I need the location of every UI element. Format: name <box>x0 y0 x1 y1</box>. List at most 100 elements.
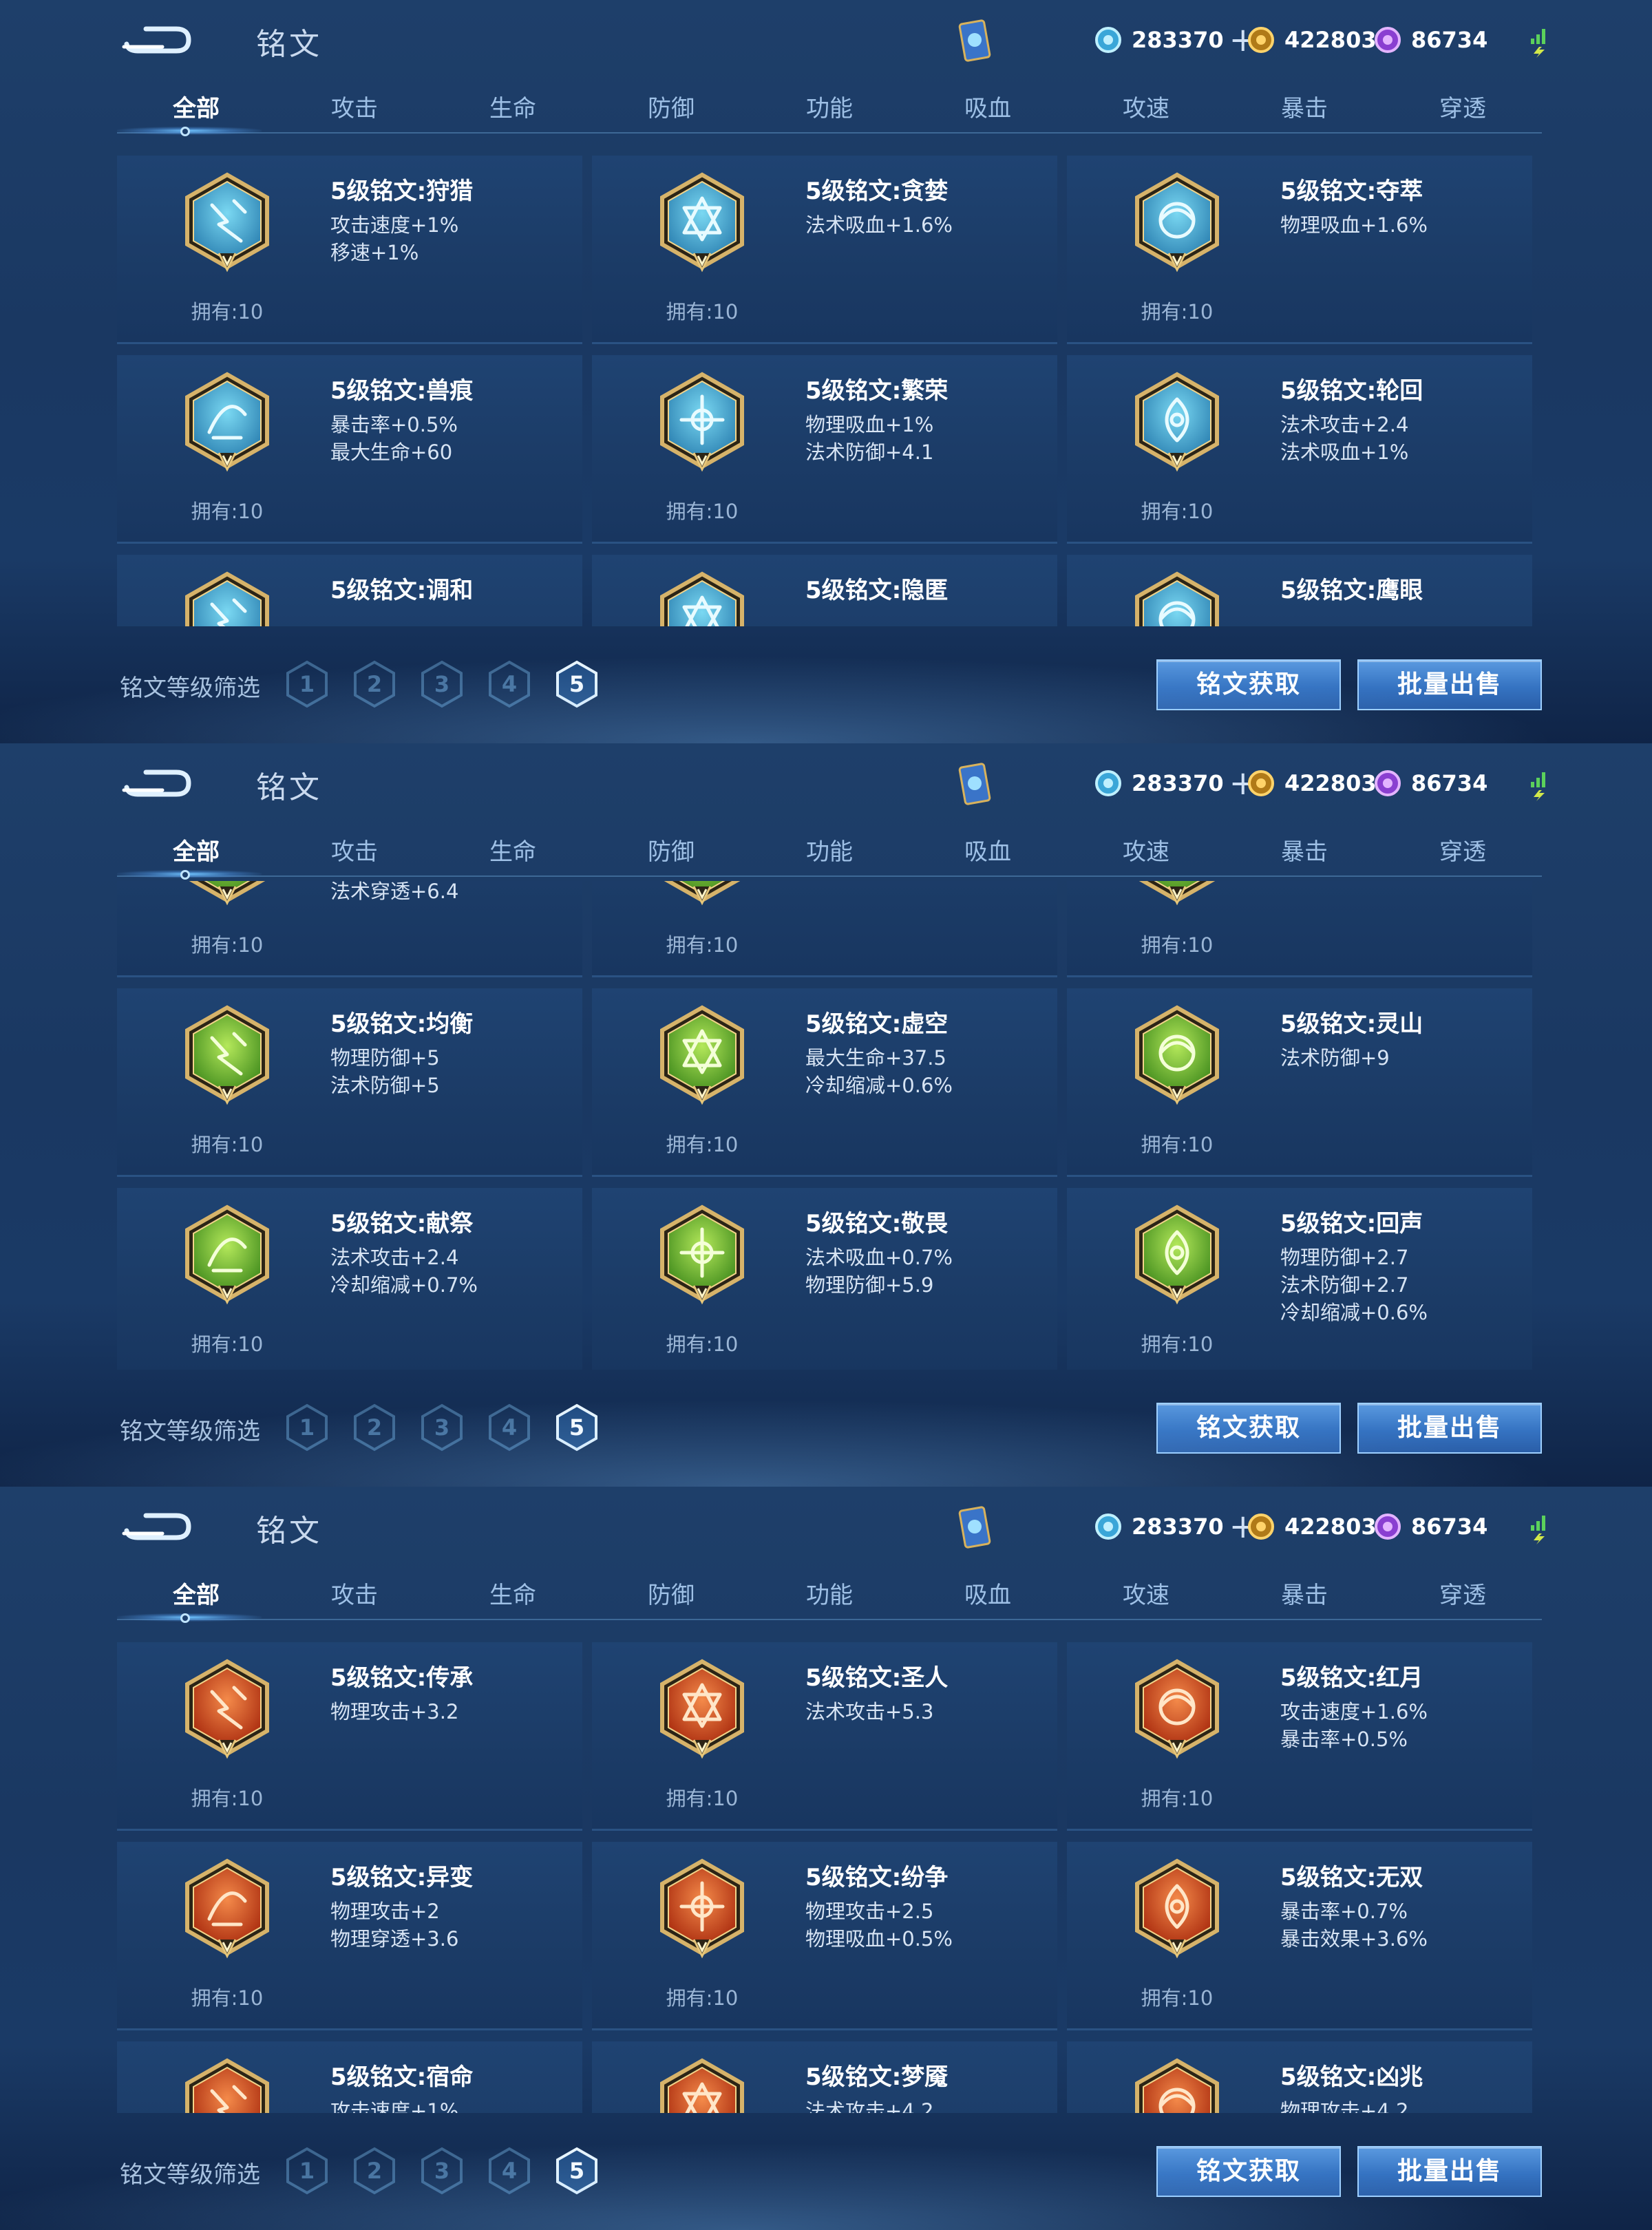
tab-2[interactable]: 生命 <box>434 1575 592 1622</box>
rune-emblem-icon <box>660 372 744 472</box>
tab-7[interactable]: 暴击 <box>1225 88 1384 135</box>
level-filter-4[interactable]: 4 <box>487 1403 531 1452</box>
tab-8[interactable]: 穿透 <box>1384 831 1542 878</box>
back-button[interactable] <box>121 23 193 56</box>
rune-card[interactable]: 5级铭文:红月 攻击速度+1.6% 暴击率+0.5% 拥有:10 <box>1067 1642 1532 1831</box>
level-filter-1[interactable]: 1 <box>285 659 329 709</box>
tab-8[interactable]: 穿透 <box>1384 1575 1542 1622</box>
level-filter-3[interactable]: 3 <box>420 2146 464 2196</box>
level-number: 2 <box>366 2158 383 2184</box>
rune-screen-green: 铭文 283370 + 422803 86734 全部 攻击 生命 防御 功能 吸血 攻速 暴击 穿透 法术… <box>0 743 1652 1487</box>
obtain-rune-button[interactable]: 铭文获取 <box>1156 2146 1341 2197</box>
rune-card[interactable]: 5级铭文:无双 暴击率+0.7% 暴击效果+3.6% 拥有:10 <box>1067 1842 1532 2030</box>
rune-card[interactable]: 5级铭文:凶兆 物理攻击+4.2 <box>1067 2041 1532 2113</box>
rune-card[interactable]: 5级铭文:狩猎 攻击速度+1% 移速+1% 拥有:10 <box>117 156 582 344</box>
rune-card-partial[interactable]: 法术穿透+6.4 拥有:10 <box>117 881 582 977</box>
rune-card[interactable]: 5级铭文:梦魇 法术攻击+4.2 <box>592 2041 1057 2113</box>
rune-name: 5级铭文:夺萃 <box>1280 178 1423 205</box>
rune-emblem-icon <box>1135 172 1219 273</box>
rune-card[interactable]: 5级铭文:虚空 最大生命+37.5 冷却缩减+0.6% 拥有:10 <box>592 988 1057 1177</box>
obtain-rune-button[interactable]: 铭文获取 <box>1156 1403 1341 1454</box>
rune-card[interactable]: 5级铭文:轮回 法术攻击+2.4 法术吸血+1% 拥有:10 <box>1067 355 1532 544</box>
rune-emblem-icon <box>660 1005 744 1105</box>
tab-7[interactable]: 暴击 <box>1225 1575 1384 1622</box>
rune-name: 5级铭文:兽痕 <box>330 377 474 405</box>
level-filter-2[interactable]: 2 <box>352 1403 396 1452</box>
rune-grid: 5级铭文:传承 物理攻击+3.2 拥有:10 5级铭文:圣人 法术攻击+5.3 拥有:10… <box>117 1624 1542 2113</box>
tab-6[interactable]: 攻速 <box>1067 831 1225 878</box>
tab-5[interactable]: 吸血 <box>909 88 1067 135</box>
tab-7[interactable]: 暴击 <box>1225 831 1384 878</box>
rune-card[interactable]: 5级铭文:贪婪 法术吸血+1.6% 拥有:10 <box>592 156 1057 344</box>
level-filter-5[interactable]: 5 <box>555 659 599 709</box>
gold-coin-icon <box>1248 1514 1274 1540</box>
rune-stat: 法术吸血+1.6% <box>805 213 953 237</box>
rune-stat: 移速+1% <box>330 241 419 264</box>
tab-1[interactable]: 攻击 <box>275 831 434 878</box>
owned-count: 拥有:10 <box>666 500 739 523</box>
rune-card[interactable]: 5级铭文:献祭 法术攻击+2.4 冷却缩减+0.7% 拥有:10 <box>117 1188 582 1370</box>
rune-stat: 法术穿透+6.4 <box>330 881 459 903</box>
tab-4[interactable]: 功能 <box>750 831 909 878</box>
tab-3[interactable]: 防御 <box>592 88 750 135</box>
level-number: 3 <box>434 1414 450 1441</box>
rune-stat: 物理吸血+1% <box>805 413 934 436</box>
category-tabs: 全部 攻击 生命 防御 功能 吸血 攻速 暴击 穿透 <box>117 88 1542 135</box>
tab-1[interactable]: 攻击 <box>275 1575 434 1622</box>
rune-card[interactable]: 5级铭文:圣人 法术攻击+5.3 拥有:10 <box>592 1642 1057 1831</box>
tab-4[interactable]: 功能 <box>750 88 909 135</box>
rune-card[interactable]: 5级铭文:鹰眼 <box>1067 555 1532 626</box>
rune-card[interactable]: 5级铭文:宿命 攻击速度+1% <box>117 2041 582 2113</box>
bulk-sell-button[interactable]: 批量出售 <box>1357 1403 1542 1454</box>
tab-3[interactable]: 防御 <box>592 1575 750 1622</box>
level-filter-3[interactable]: 3 <box>420 659 464 709</box>
bulk-sell-button[interactable]: 批量出售 <box>1357 2146 1542 2197</box>
tab-4[interactable]: 功能 <box>750 1575 909 1622</box>
rune-card-partial[interactable]: 拥有:10 <box>1067 881 1532 977</box>
level-filter-2[interactable]: 2 <box>352 2146 396 2196</box>
owned-count: 拥有:10 <box>1141 933 1214 957</box>
tab-2[interactable]: 生命 <box>434 88 592 135</box>
tab-6[interactable]: 攻速 <box>1067 1575 1225 1622</box>
rune-card-partial[interactable]: 拥有:10 <box>592 881 1057 977</box>
rune-book-icon[interactable] <box>955 760 994 808</box>
rune-card[interactable]: 5级铭文:均衡 物理防御+5 法术防御+5 拥有:10 <box>117 988 582 1177</box>
rune-emblem-icon <box>660 172 744 273</box>
back-button[interactable] <box>121 767 193 800</box>
tab-5[interactable]: 吸血 <box>909 1575 1067 1622</box>
rune-card[interactable]: 5级铭文:调和 <box>117 555 582 626</box>
rune-book-icon[interactable] <box>955 17 994 65</box>
rune-card[interactable]: 5级铭文:回声 物理防御+2.7 法术防御+2.7 冷却缩减+0.6% 拥有:10 <box>1067 1188 1532 1370</box>
currency-2: 86734 <box>1374 1513 1487 1540</box>
currency-value: 86734 <box>1411 770 1488 796</box>
rune-card[interactable]: 5级铭文:异变 物理攻击+2 物理穿透+3.6 拥有:10 <box>117 1842 582 2030</box>
level-number: 2 <box>366 671 383 697</box>
level-filter-4[interactable]: 4 <box>487 2146 531 2196</box>
tab-5[interactable]: 吸血 <box>909 831 1067 878</box>
rune-card[interactable]: 5级铭文:传承 物理攻击+3.2 拥有:10 <box>117 1642 582 1831</box>
rune-card[interactable]: 5级铭文:纷争 物理攻击+2.5 物理吸血+0.5% 拥有:10 <box>592 1842 1057 2030</box>
tab-6[interactable]: 攻速 <box>1067 88 1225 135</box>
tab-2[interactable]: 生命 <box>434 831 592 878</box>
level-filter-4[interactable]: 4 <box>487 659 531 709</box>
obtain-rune-button[interactable]: 铭文获取 <box>1156 659 1341 710</box>
tab-8[interactable]: 穿透 <box>1384 88 1542 135</box>
back-button[interactable] <box>121 1510 193 1543</box>
level-filter-1[interactable]: 1 <box>285 2146 329 2196</box>
level-filter-1[interactable]: 1 <box>285 1403 329 1452</box>
rune-card[interactable]: 5级铭文:夺萃 物理吸血+1.6% 拥有:10 <box>1067 156 1532 344</box>
tab-3[interactable]: 防御 <box>592 831 750 878</box>
level-filter-2[interactable]: 2 <box>352 659 396 709</box>
rune-book-icon[interactable] <box>955 1503 994 1551</box>
bulk-sell-button[interactable]: 批量出售 <box>1357 659 1542 710</box>
rune-card[interactable]: 5级铭文:兽痕 暴击率+0.5% 最大生命+60 拥有:10 <box>117 355 582 544</box>
rune-card[interactable]: 5级铭文:灵山 法术防御+9 拥有:10 <box>1067 988 1532 1177</box>
rune-card[interactable]: 5级铭文:敬畏 法术吸血+0.7% 物理防御+5.9 拥有:10 <box>592 1188 1057 1370</box>
tab-1[interactable]: 攻击 <box>275 88 434 135</box>
rune-name: 5级铭文:调和 <box>330 577 474 604</box>
level-filter-5[interactable]: 5 <box>555 2146 599 2196</box>
level-filter-3[interactable]: 3 <box>420 1403 464 1452</box>
rune-card[interactable]: 5级铭文:繁荣 物理吸血+1% 法术防御+4.1 拥有:10 <box>592 355 1057 544</box>
rune-card[interactable]: 5级铭文:隐匿 <box>592 555 1057 626</box>
level-filter-5[interactable]: 5 <box>555 1403 599 1452</box>
